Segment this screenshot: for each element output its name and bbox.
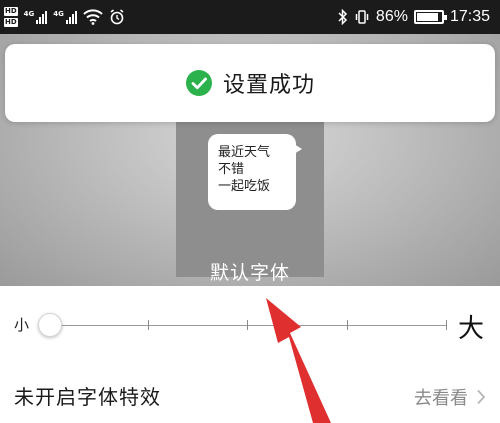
font-size-slider-track[interactable] (48, 320, 447, 330)
chat-bubble: 最近天气 不错 一起吃饭 (208, 134, 302, 210)
hd-badges: HD HD (4, 7, 18, 27)
toast-message: 设置成功 (222, 73, 315, 98)
slider-tick (247, 320, 248, 330)
slider-tick (446, 320, 447, 330)
view-effects-link[interactable]: 去看看 (414, 384, 486, 410)
alarm-icon (110, 9, 124, 25)
status-right: 86% 17:35 (338, 0, 490, 34)
status-left: HD HD 4G 4G (4, 0, 125, 34)
bluetooth-icon (338, 9, 347, 25)
battery-icon (413, 10, 447, 24)
font-effect-row[interactable]: 未开启字体特效 去看看 (0, 364, 500, 423)
bubble-line: 一起吃饭 (218, 179, 271, 194)
font-name-caption: 默认字体 (209, 262, 290, 284)
chat-preview: 最近天气 不错 一起吃饭 (176, 122, 324, 277)
font-size-slider-row: 小 大 (0, 286, 500, 364)
signal-2-tag: 4G (53, 9, 64, 18)
view-effects-label: 去看看 (414, 388, 468, 409)
bubble-line: 最近天气 (218, 145, 271, 160)
chevron-right-icon (477, 389, 486, 405)
clock: 17:35 (449, 8, 490, 25)
font-size-slider-thumb[interactable] (38, 313, 62, 337)
signal-2-icon: 4G (53, 9, 77, 24)
font-effect-status: 未开启字体特效 (14, 385, 161, 409)
slider-tick (148, 320, 149, 330)
vibrate-icon (355, 10, 369, 24)
hd-badge-2: HD (4, 18, 18, 27)
hd-badge-1: HD (4, 7, 18, 16)
check-circle-icon (185, 70, 212, 96)
status-bar: HD HD 4G 4G 86% 17:35 (0, 0, 500, 34)
success-toast: 设置成功 (5, 44, 495, 122)
bubble-line: 不错 (218, 162, 245, 177)
battery-percent: 86% (375, 8, 408, 25)
signal-1-icon: 4G (23, 9, 48, 24)
slider-min-label: 小 (14, 316, 30, 334)
signal-1-tag: 4G (23, 9, 35, 18)
battery-level (416, 13, 438, 21)
wifi-icon (83, 9, 103, 25)
slider-tick (347, 320, 348, 330)
slider-max-label: 大 (458, 314, 485, 344)
